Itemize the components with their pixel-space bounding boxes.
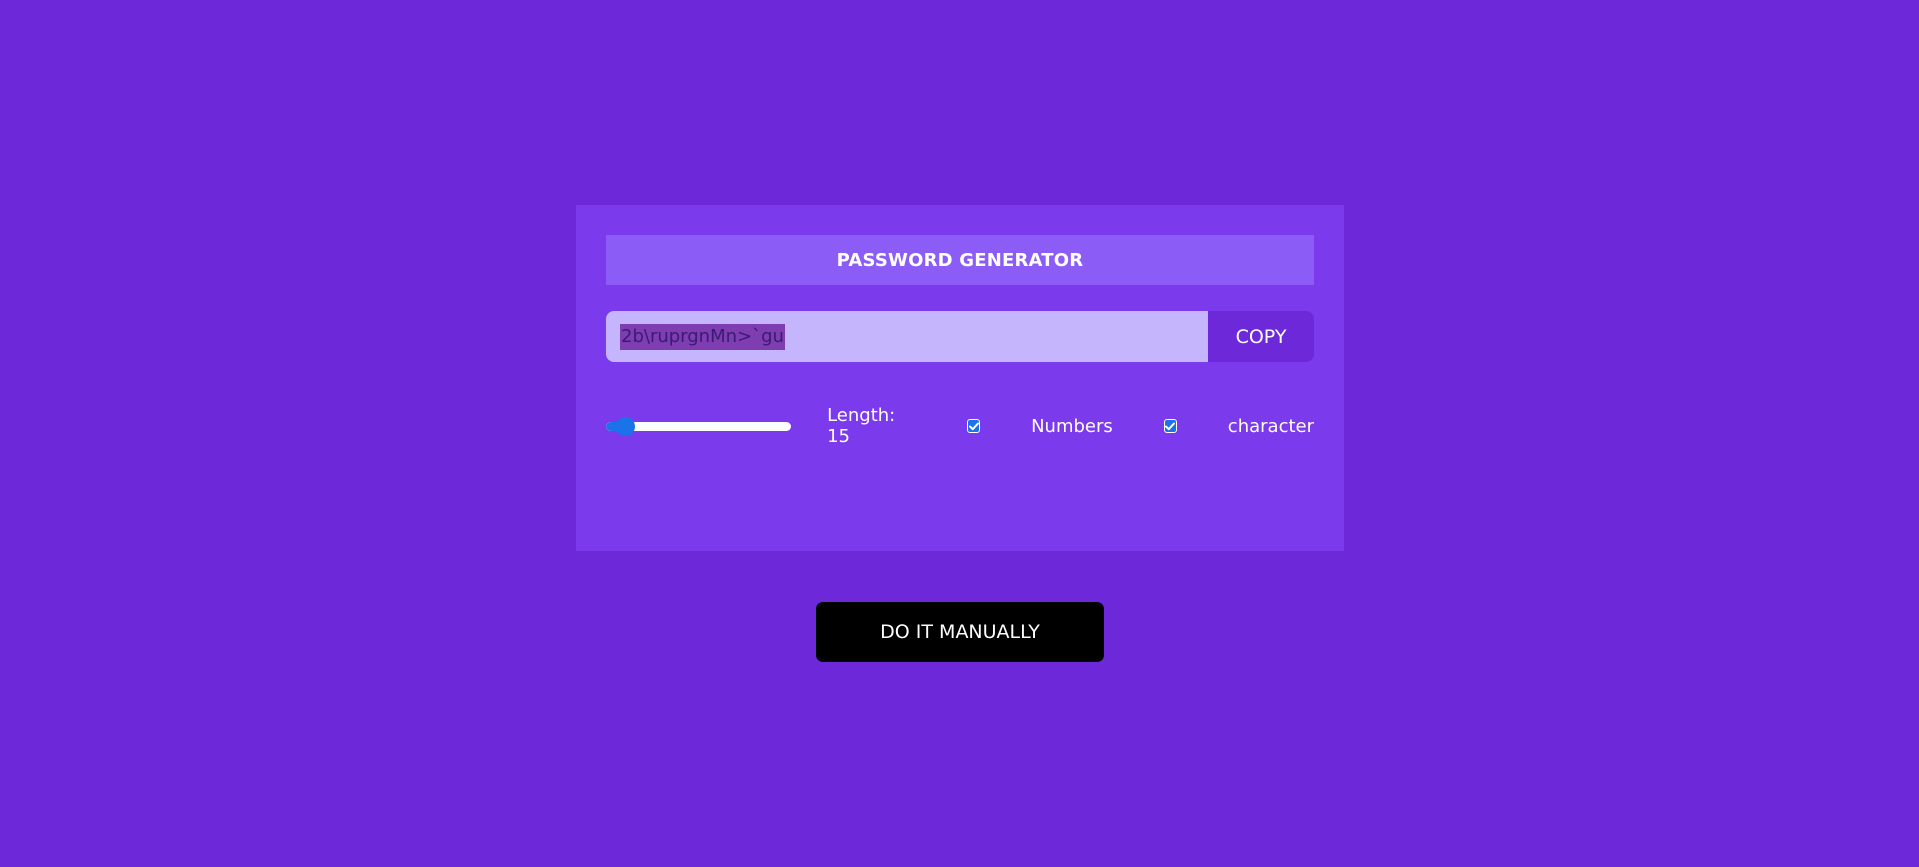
copy-button[interactable]: COPY (1208, 311, 1314, 362)
check-icon (968, 422, 979, 430)
options-row: Length: 15 Numbers character (606, 405, 1314, 447)
character-label: character (1227, 415, 1314, 437)
do-it-manually-button[interactable]: DO IT MANUALLY (816, 602, 1104, 662)
slider-thumb[interactable] (615, 417, 635, 436)
numbers-label: Numbers (1031, 415, 1113, 437)
numbers-checkbox[interactable] (967, 419, 981, 433)
length-slider[interactable] (606, 414, 791, 438)
password-generator-card: PASSWORD GENERATOR 2b\ruprgnMn>`gu COPY … (576, 205, 1344, 551)
password-field[interactable]: 2b\ruprgnMn>`gu (606, 311, 1208, 362)
card-title: PASSWORD GENERATOR (606, 235, 1314, 285)
check-icon (1165, 422, 1176, 430)
length-label: Length: 15 (827, 405, 896, 447)
character-checkbox[interactable] (1163, 419, 1177, 433)
password-row: 2b\ruprgnMn>`gu COPY (606, 311, 1314, 362)
password-value[interactable]: 2b\ruprgnMn>`gu (620, 323, 785, 350)
